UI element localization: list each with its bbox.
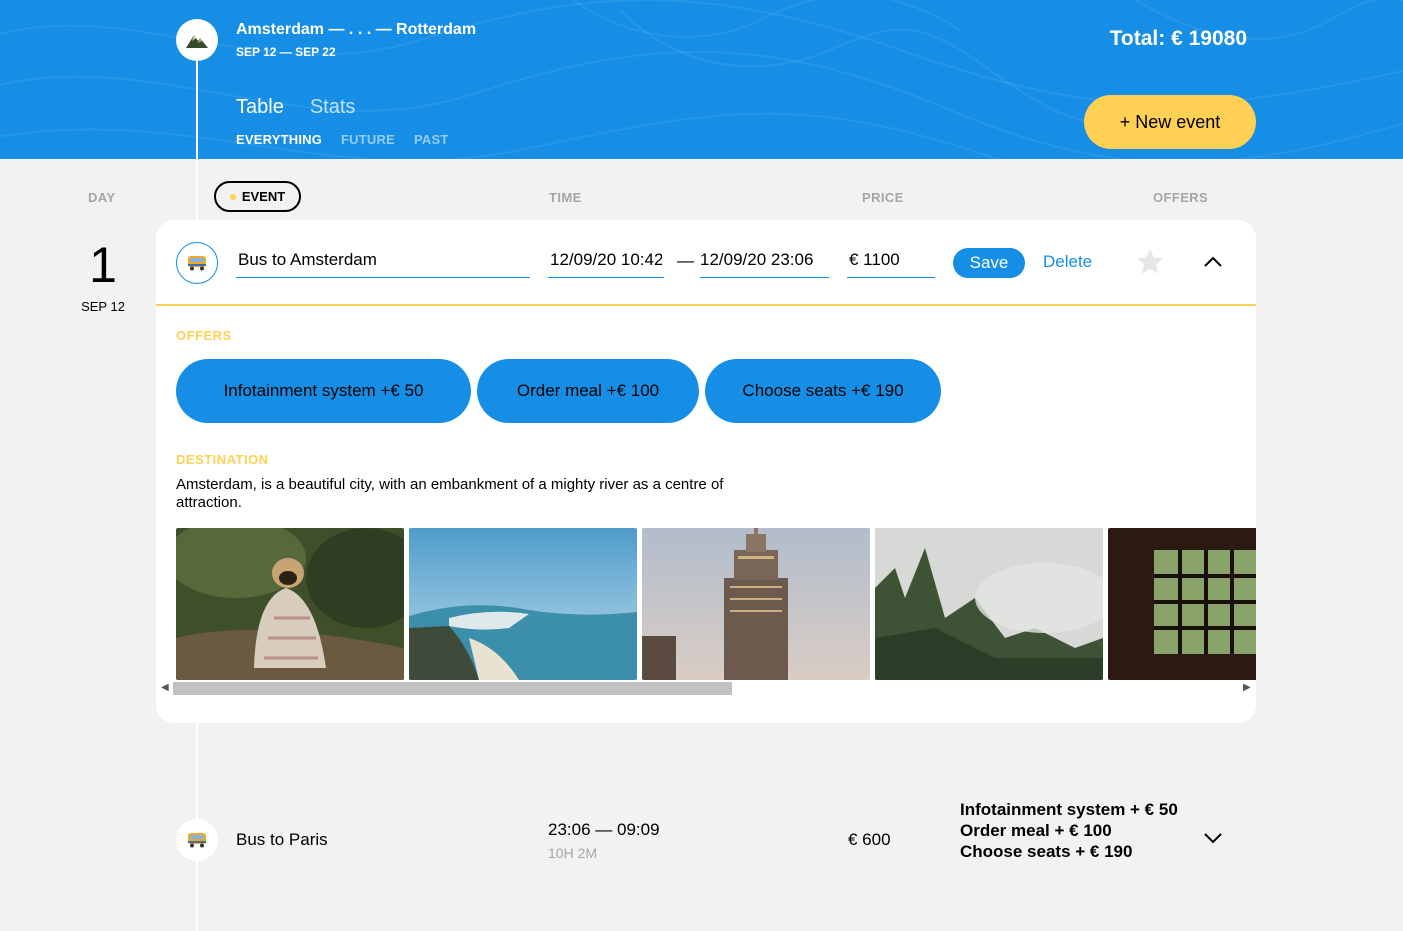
event-offer-item: Order meal + € 100	[960, 821, 1112, 840]
column-offers: OFFERS	[1153, 190, 1209, 205]
chevron-down-icon[interactable]	[1203, 831, 1223, 845]
filter-future[interactable]: FUTURE	[341, 132, 395, 147]
offer-meal[interactable]: Order meal +€ 100	[477, 359, 699, 423]
destination-description: Amsterdam, is a beautiful city, with an …	[176, 476, 724, 511]
trip-route: Amsterdam — . . . — Rotterdam	[236, 21, 477, 38]
column-event-sort[interactable]: EVENT	[214, 181, 301, 212]
event-title: Bus to Paris	[236, 830, 328, 849]
save-button[interactable]: Save	[953, 248, 1025, 278]
tab-table[interactable]: Table	[236, 96, 284, 119]
bus-icon	[188, 256, 206, 271]
sort-active-dot	[229, 193, 236, 200]
offer-seats[interactable]: Choose seats +€ 190	[705, 359, 941, 423]
start-time-input[interactable]	[548, 246, 664, 278]
filter-bar: EVERYTHING FUTURE PAST	[236, 132, 448, 147]
filter-past[interactable]: PAST	[414, 132, 449, 147]
trip-total: Total: € 19080	[1109, 27, 1247, 50]
destination-title: DESTINATION	[176, 452, 269, 467]
event-edit-card: — Save Delete OFFERS Infotainment system…	[156, 220, 1256, 723]
delete-button[interactable]: Delete	[1043, 252, 1092, 272]
photo-barred-window	[1108, 528, 1256, 680]
filter-everything[interactable]: EVERYTHING	[236, 132, 322, 147]
gallery-scrollbar[interactable]: ◀ ▶	[156, 680, 1256, 695]
day-date: SEP 12	[81, 299, 125, 314]
column-day[interactable]: DAY	[88, 190, 115, 205]
event-type-icon	[176, 819, 218, 861]
event-offers-list: Infotainment system + € 50 Order meal + …	[960, 799, 1180, 862]
trip-dates: SEP 12 — SEP 22	[236, 45, 336, 59]
event-offer-item: Infotainment system + € 50	[960, 800, 1178, 819]
column-event-label: EVENT	[241, 189, 286, 204]
column-time[interactable]: TIME	[549, 190, 582, 205]
event-offer-item: Choose seats + € 190	[960, 842, 1133, 861]
column-price[interactable]: PRICE	[862, 190, 904, 205]
photo-coastal-beach	[409, 528, 637, 680]
end-time-input[interactable]	[700, 246, 829, 278]
view-tabs: Table Stats	[236, 96, 355, 119]
trip-logo-icon	[176, 19, 218, 61]
photo-pug-in-blanket	[176, 528, 404, 680]
chevron-up-icon[interactable]	[1203, 255, 1223, 269]
scroll-left-icon[interactable]: ◀	[161, 682, 169, 693]
tab-stats[interactable]: Stats	[310, 96, 356, 119]
price-input[interactable]	[847, 246, 935, 278]
day-number: 1	[89, 237, 117, 293]
photo-skyscraper	[642, 528, 870, 680]
event-type-selector[interactable]	[176, 242, 218, 284]
offer-infotainment[interactable]: Infotainment system +€ 50	[176, 359, 471, 423]
destination-input[interactable]	[236, 246, 530, 278]
event-duration: 10H 2M	[548, 845, 598, 861]
photo-misty-forest	[875, 528, 1103, 680]
favorite-star-icon[interactable]	[1136, 248, 1164, 275]
new-event-button[interactable]: + New event	[1084, 95, 1256, 149]
time-separator: —	[677, 251, 694, 270]
destination-photo-gallery[interactable]	[176, 528, 1256, 680]
offers-title: OFFERS	[176, 328, 232, 343]
scroll-right-icon[interactable]: ▶	[1243, 682, 1251, 693]
event-price: € 600	[848, 830, 891, 849]
bus-icon	[188, 833, 206, 848]
event-time: 23:06 — 09:09	[548, 820, 660, 839]
scrollbar-thumb[interactable]	[173, 682, 732, 695]
